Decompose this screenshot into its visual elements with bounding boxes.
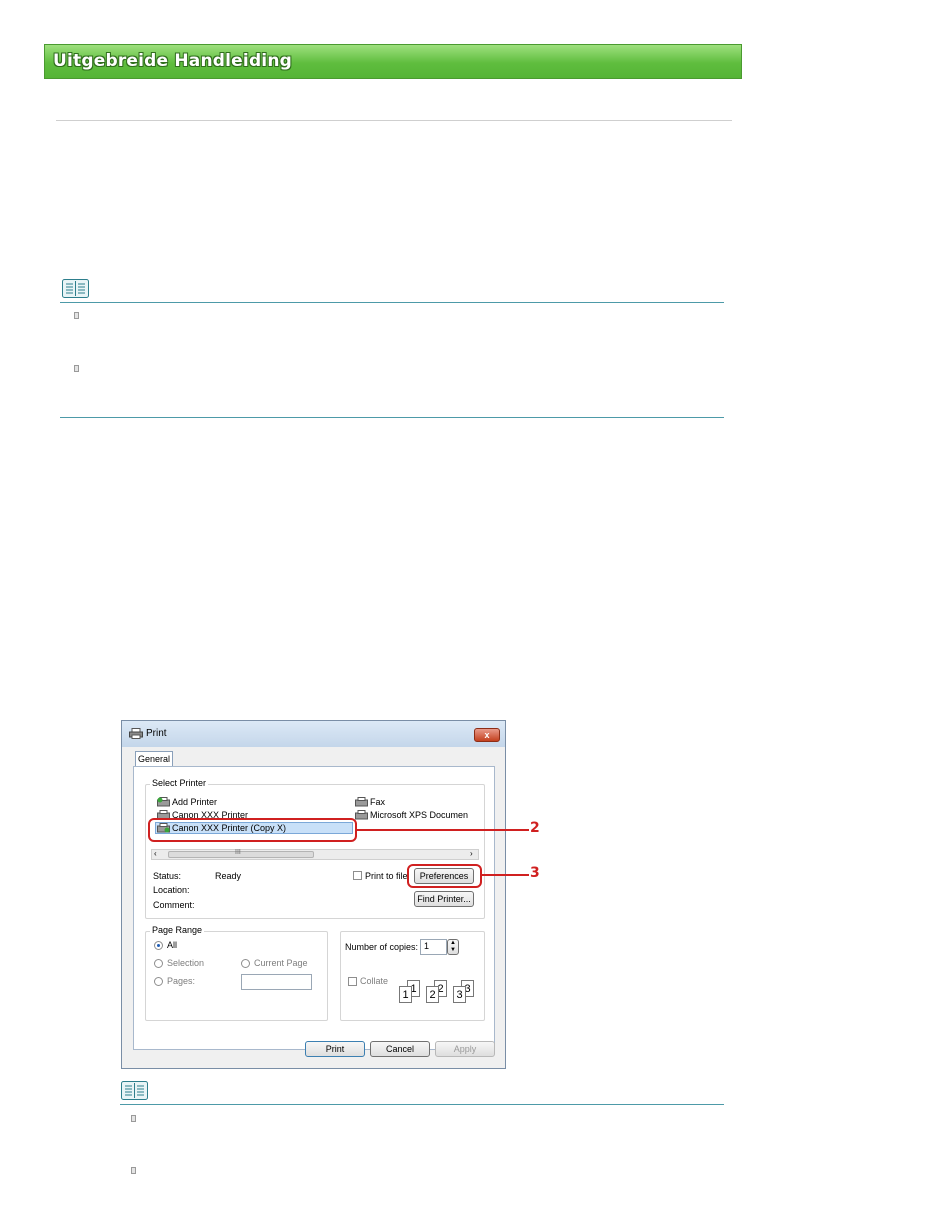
note-rule-top	[120, 1104, 724, 1105]
print-button[interactable]: Print	[305, 1041, 365, 1057]
divider	[56, 120, 732, 121]
note-rule-top	[60, 302, 724, 303]
status-label: Status:	[153, 871, 182, 881]
bullet-marker	[131, 1167, 136, 1174]
callout-3: 3	[530, 865, 540, 881]
note-rule-bottom	[60, 417, 724, 418]
printer-fax[interactable]: Fax	[370, 797, 385, 807]
range-pages-radio[interactable]	[154, 977, 163, 986]
scroll-grip: III	[235, 849, 241, 856]
bullet-marker	[74, 365, 79, 372]
note-icon	[121, 1081, 148, 1100]
range-all-radio[interactable]	[154, 941, 163, 950]
callout-2: 2	[530, 820, 540, 836]
range-current-page-label: Current Page	[254, 958, 308, 968]
range-pages-label: Pages:	[167, 976, 196, 986]
page-range-label: Page Range	[150, 925, 205, 935]
printer-add[interactable]: Add Printer	[172, 797, 217, 807]
add-printer-icon	[157, 797, 170, 807]
pages-input[interactable]	[241, 974, 312, 990]
comment-label: Comment:	[153, 900, 195, 910]
collate-checkbox[interactable]	[348, 977, 357, 986]
printer-list-scrollbar[interactable]: ‹ III ›	[151, 849, 479, 860]
collate-page: 3	[453, 986, 466, 1003]
scroll-right-icon[interactable]: ›	[470, 849, 473, 858]
bullet-marker	[131, 1115, 136, 1122]
apply-button[interactable]: Apply	[435, 1041, 495, 1057]
range-all-label: All	[167, 940, 178, 950]
callout-line-2	[357, 829, 529, 831]
copies-label: Number of copies:	[345, 942, 419, 952]
close-button[interactable]: x	[474, 728, 500, 742]
collate-page: 2	[426, 986, 439, 1003]
callout-line-3	[482, 874, 529, 876]
copies-stepper[interactable]: ▲ ▼	[447, 939, 459, 955]
manual-title: Uitgebreide Handleiding	[53, 51, 293, 71]
find-printer-button[interactable]: Find Printer...	[414, 891, 474, 907]
tab-general[interactable]: General	[135, 751, 173, 767]
dialog-titlebar: Print x	[122, 721, 505, 747]
cancel-button[interactable]: Cancel	[370, 1041, 430, 1057]
location-label: Location:	[153, 885, 190, 895]
scroll-left-icon[interactable]: ‹	[154, 849, 157, 858]
printer-highlight	[148, 818, 357, 842]
print-dialog: Print x General Select Printer Add Print…	[121, 720, 506, 1069]
print-to-file-label: Print to file	[365, 871, 408, 881]
select-printer-label: Select Printer	[150, 778, 209, 788]
bullet-marker	[74, 312, 79, 319]
collate-page: 1	[399, 986, 412, 1003]
printer-icon	[355, 810, 368, 820]
copies-input[interactable]: 1	[420, 939, 447, 955]
collate-label: Collate	[360, 976, 389, 986]
dialog-title: Print	[146, 728, 167, 739]
range-current-page-radio[interactable]	[241, 959, 250, 968]
print-to-file-checkbox[interactable]	[353, 871, 362, 880]
range-selection-radio[interactable]	[154, 959, 163, 968]
scroll-thumb[interactable]: III	[168, 849, 314, 858]
note-icon	[62, 279, 89, 298]
printer-xps[interactable]: Microsoft XPS Documen	[370, 810, 468, 820]
preferences-highlight	[407, 864, 482, 888]
fax-icon	[355, 797, 368, 807]
status-value: Ready	[215, 871, 242, 881]
range-selection-label: Selection	[167, 958, 205, 968]
printer-icon	[129, 728, 143, 739]
header-banner: Uitgebreide Handleiding	[44, 44, 742, 79]
